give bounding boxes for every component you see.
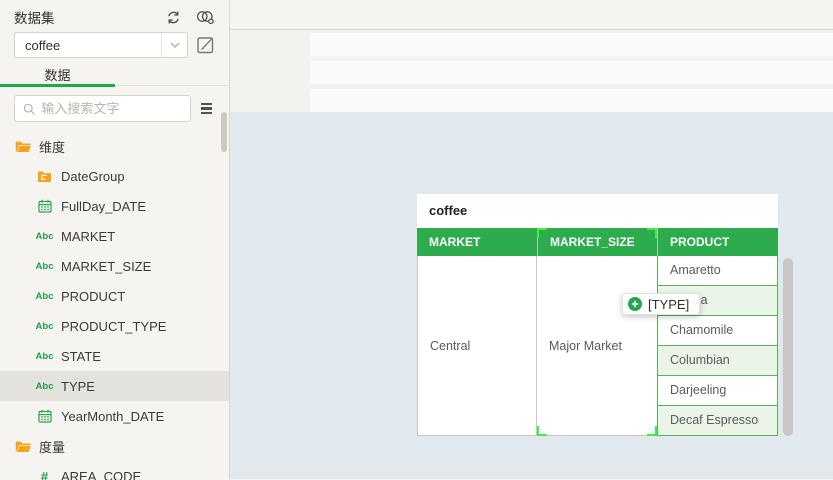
abc-icon: Abc [36,261,54,272]
main-area: coffee MARKET MARKET_SIZE PRODUCT Centra… [230,0,833,480]
number-icon: # [41,469,48,480]
dataset-select-row: coffee [14,32,217,58]
field-list-menu-icon[interactable] [195,103,217,115]
tab-data[interactable]: 数据 [0,65,115,86]
field-label: TYPE [61,379,95,394]
panel-title: 数据集 [14,7,55,27]
field-item-yearmonth-date[interactable]: YearMonth_DATE [0,401,229,431]
cell-market[interactable]: Central [417,256,537,436]
search-box [14,95,191,122]
canvas: coffee MARKET MARKET_SIZE PRODUCT Centra… [230,112,833,479]
field-item-product-type[interactable]: Abc PRODUCT_TYPE [0,311,229,341]
field-label: MARKET [61,229,115,244]
search-icon [23,102,35,116]
folder-open-icon [14,440,31,453]
dataset-panel-header: 数据集 [0,0,229,28]
abc-icon: Abc [36,291,54,302]
table-body: Central Major Market Amaretto Mocha Cham… [417,256,778,436]
field-label: YearMonth_DATE [61,409,164,424]
panel-tabs: 数据 [0,65,229,86]
refresh-icon[interactable] [165,9,182,26]
cell-product[interactable]: Columbian [657,346,778,376]
field-label: STATE [61,349,101,364]
active-tab-underline [0,84,115,87]
cell-product[interactable]: Darjeeling [657,376,778,406]
calendar-icon [36,409,53,423]
table-vertical-scrollbar[interactable] [783,258,793,436]
cell-product[interactable]: Amaretto [657,256,778,286]
table-header-row: MARKET MARKET_SIZE PRODUCT [417,228,778,256]
abc-icon: Abc [36,381,54,392]
dataset-select-value: coffee [15,38,161,53]
drag-field-tooltip: [TYPE] [622,293,700,315]
shelf-row-2[interactable] [310,61,833,84]
tree-folder-dimensions[interactable]: 维度 [0,131,229,161]
cell-market-size[interactable]: Major Market [537,256,657,436]
folder-open-icon [14,140,31,153]
product-column: Amaretto Mocha Chamomile Columbian Darje… [657,256,778,436]
field-item-market-size[interactable]: Abc MARKET_SIZE [0,251,229,281]
field-item-state[interactable]: Abc STATE [0,341,229,371]
drop-indicator-corner-bottom-right [647,426,657,436]
search-row [14,95,217,122]
cell-product[interactable]: Chamomile [657,316,778,346]
field-label: FullDay_DATE [61,199,146,214]
field-label: AREA_CODE [61,469,141,480]
abc-icon: Abc [36,351,54,362]
shelf-row-3[interactable] [310,89,833,112]
folder-label: 度量 [39,437,65,456]
blend-datasets-icon[interactable] [195,9,215,25]
field-label: MARKET_SIZE [61,259,151,274]
dataset-select[interactable]: coffee [14,32,188,58]
calendar-icon [36,199,53,213]
tree-folder-measures[interactable]: 度量 [0,431,229,461]
search-input[interactable] [41,101,182,116]
drop-indicator-corner-bottom-left [537,426,547,436]
field-item-product[interactable]: Abc PRODUCT [0,281,229,311]
field-item-market[interactable]: Abc MARKET [0,221,229,251]
field-item-type-selected[interactable]: Abc TYPE [0,371,229,401]
app-root: 数据集 [0,0,833,480]
plus-circle-icon [628,297,642,311]
abc-icon: Abc [36,231,54,242]
drop-indicator-corner-top-right [647,228,657,238]
table-title: coffee [417,194,778,228]
edit-dataset-icon[interactable] [195,34,217,56]
field-label: PRODUCT_TYPE [61,319,166,334]
sidebar-scrollbar[interactable] [221,112,227,152]
field-label: DateGroup [61,169,125,184]
drop-indicator-corner-top-left [537,228,547,238]
column-header-product[interactable]: PRODUCT [657,228,778,256]
chevron-down-icon[interactable] [161,33,187,57]
shelf-row-1[interactable] [310,33,833,56]
cell-product[interactable]: Decaf Espresso [657,406,778,436]
column-header-market[interactable]: MARKET [417,228,537,256]
tab-data-label: 数据 [44,68,70,83]
table-card: coffee MARKET MARKET_SIZE PRODUCT Centra… [417,194,778,436]
field-tree: 维度 DateGroup [0,131,229,480]
folder-label: 维度 [39,137,65,156]
panel-header-icons [165,9,215,26]
field-item-fullday-date[interactable]: FullDay_DATE [0,191,229,221]
date-group-icon [36,170,53,183]
drag-field-label: [TYPE] [648,297,689,312]
field-item-area-code[interactable]: # AREA_CODE [0,461,229,480]
shelf-area [230,30,833,112]
toolbar-strip [230,0,833,30]
dataset-panel: 数据集 [0,0,230,480]
column-header-market-size[interactable]: MARKET_SIZE [537,228,657,256]
field-label: PRODUCT [61,289,125,304]
abc-icon: Abc [36,321,54,332]
field-item-dategroup[interactable]: DateGroup [0,161,229,191]
